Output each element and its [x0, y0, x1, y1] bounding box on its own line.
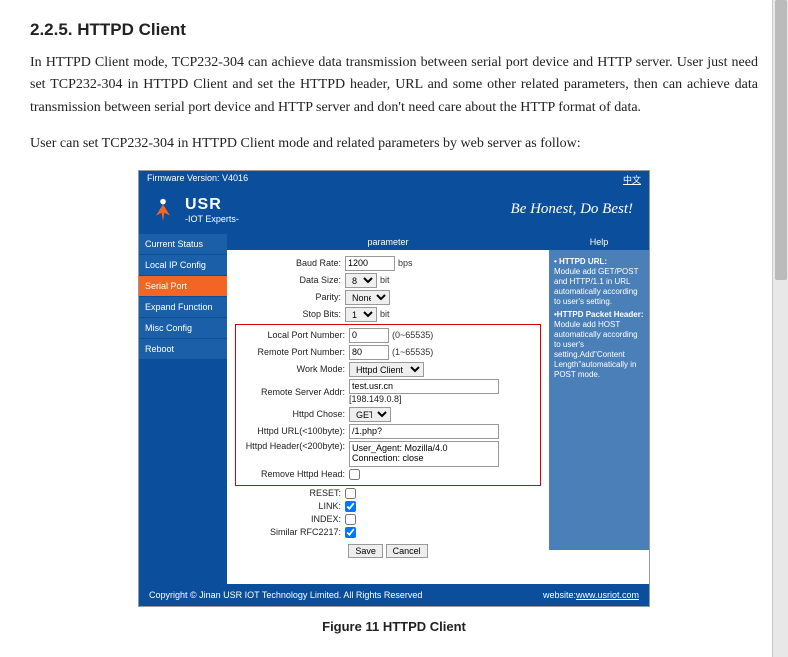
brand-slogan: Be Honest, Do Best! [511, 201, 633, 218]
remote-port-hint: (1~65535) [392, 347, 433, 357]
brand-name: USR [185, 196, 239, 214]
stop-bits-unit: bit [380, 309, 390, 319]
httpd-header-input[interactable] [349, 441, 499, 467]
index-label: INDEX: [235, 514, 345, 524]
webpage-screenshot: Firmware Version: V4016 中文 USR -IOT Expe… [138, 170, 650, 607]
remote-port-label: Remote Port Number: [239, 347, 349, 357]
reset-checkbox[interactable] [345, 488, 356, 499]
doc-scrollbar-thumb[interactable] [775, 0, 787, 280]
help-title-2: •HTTPD Packet Header: [554, 310, 644, 320]
remote-addr-label: Remote Server Addr: [239, 387, 349, 397]
highlighted-params-box: Local Port Number: (0~65535) Remote Port… [235, 324, 541, 486]
nav-current-status[interactable]: Current Status [139, 234, 227, 255]
remote-port-input[interactable] [349, 345, 389, 360]
nav-reboot[interactable]: Reboot [139, 339, 227, 360]
lang-link[interactable]: 中文 [623, 173, 641, 186]
usr-logo-icon [149, 196, 177, 224]
nav-misc-config[interactable]: Misc Config [139, 318, 227, 339]
cancel-button[interactable]: Cancel [386, 544, 428, 558]
brand-subtitle: -IOT Experts- [185, 214, 239, 224]
nav-local-ip-config[interactable]: Local IP Config [139, 255, 227, 276]
data-size-select[interactable]: 8 [345, 273, 377, 288]
help-title-1: • HTTPD URL: [554, 257, 644, 267]
baud-rate-label: Baud Rate: [235, 258, 345, 268]
link-checkbox[interactable] [345, 501, 356, 512]
firmware-label: Firmware Version: [147, 173, 220, 183]
section-heading: 2.2.5. HTTPD Client [30, 20, 758, 40]
index-checkbox[interactable] [345, 514, 356, 525]
nav-serial-port[interactable]: Serial Port [139, 276, 227, 297]
webpage-topbar: Firmware Version: V4016 中文 [139, 171, 649, 188]
httpd-chose-select[interactable]: GET [349, 407, 391, 422]
reset-label: RESET: [235, 488, 345, 498]
remove-head-checkbox[interactable] [349, 469, 360, 480]
help-panel: • HTTPD URL: Module add GET/POST and HTT… [549, 250, 649, 550]
footer-website-link[interactable]: www.usriot.com [576, 590, 639, 600]
httpd-chose-label: Httpd Chose: [239, 409, 349, 419]
nav-expand-function[interactable]: Expand Function [139, 297, 227, 318]
rfc2217-checkbox[interactable] [345, 527, 356, 538]
parity-label: Parity: [235, 292, 345, 302]
local-port-hint: (0~65535) [392, 330, 433, 340]
local-port-input[interactable] [349, 328, 389, 343]
data-size-label: Data Size: [235, 275, 345, 285]
link-label: LINK: [235, 501, 345, 511]
help-header: Help [549, 234, 649, 250]
help-body-2: Module add HOST automatically according … [554, 320, 644, 380]
work-mode-select[interactable]: Httpd Client [349, 362, 424, 377]
footer-copyright: Copyright © Jinan USR IOT Technology Lim… [149, 590, 422, 600]
stop-bits-select[interactable]: 1 [345, 307, 377, 322]
help-body-1: Module add GET/POST and HTTP/1.1 in URL … [554, 267, 644, 307]
remote-addr-input[interactable] [349, 379, 499, 394]
webpage-footer: Copyright © Jinan USR IOT Technology Lim… [139, 584, 649, 606]
figure-caption: Figure 11 HTTPD Client [30, 619, 758, 634]
stop-bits-label: Stop Bits: [235, 309, 345, 319]
footer-website-label: website: [543, 590, 576, 600]
baud-rate-unit: bps [398, 258, 413, 268]
httpd-header-label: Httpd Header(<200byte): [239, 441, 349, 451]
firmware-version: V4016 [222, 173, 248, 183]
local-port-label: Local Port Number: [239, 330, 349, 340]
form-header: parameter [227, 234, 549, 250]
doc-scrollbar[interactable] [772, 0, 788, 657]
save-button[interactable]: Save [348, 544, 383, 558]
remove-head-label: Remove Httpd Head: [239, 469, 349, 479]
body-paragraph-2: User can set TCP232-304 in HTTPD Client … [30, 133, 758, 155]
remote-addr-ip: [198.149.0.8] [349, 394, 402, 404]
parity-select[interactable]: None [345, 290, 390, 305]
data-size-unit: bit [380, 275, 390, 285]
httpd-url-input[interactable] [349, 424, 499, 439]
body-paragraph-1: In HTTPD Client mode, TCP232-304 can ach… [30, 52, 758, 119]
webpage-banner: USR -IOT Experts- Be Honest, Do Best! [139, 188, 649, 234]
baud-rate-input[interactable] [345, 256, 395, 271]
work-mode-label: Work Mode: [239, 364, 349, 374]
sidebar-nav: Current Status Local IP Config Serial Po… [139, 234, 227, 584]
httpd-url-label: Httpd URL(<100byte): [239, 426, 349, 436]
rfc2217-label: Similar RFC2217: [235, 527, 345, 537]
